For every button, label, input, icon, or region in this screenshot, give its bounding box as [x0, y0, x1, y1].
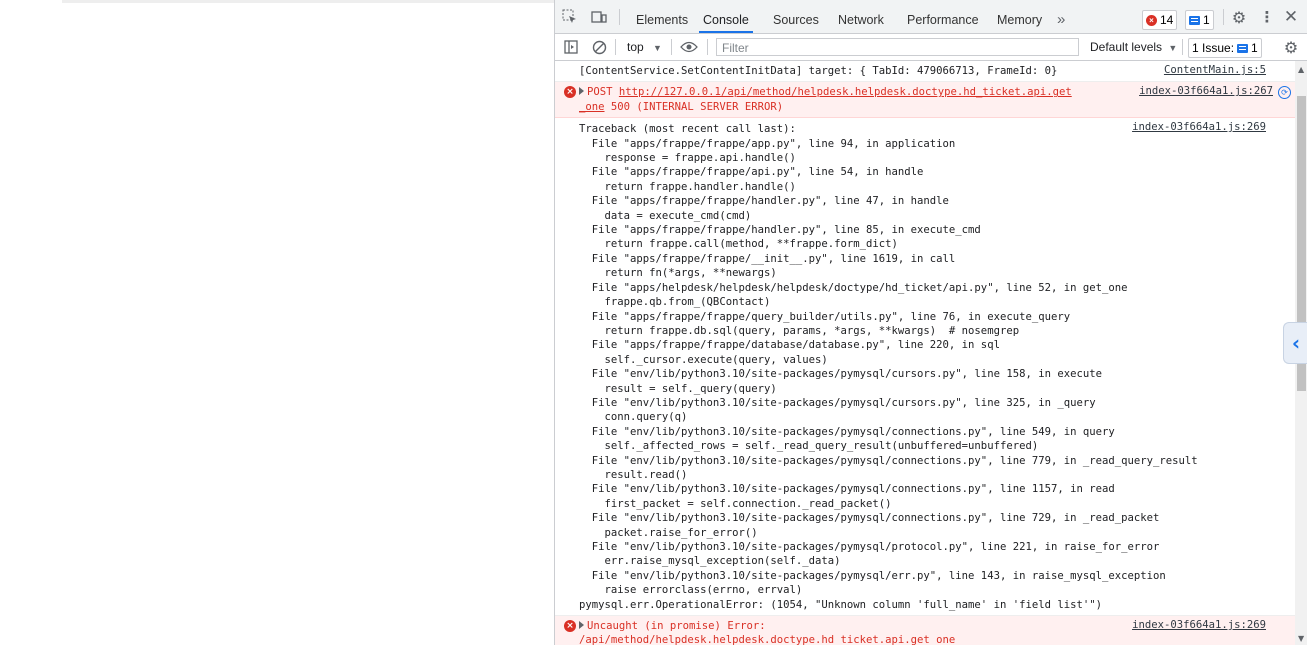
error-text-cont: /api/method/helpdesk.helpdesk.doctype.hd…	[579, 634, 956, 645]
traceback-line: File "env/lib/python3.10/site-packages/p…	[579, 368, 1102, 381]
traceback-line: File "apps/frappe/frappe/handler.py", li…	[579, 224, 981, 237]
issues-button[interactable]: 1 Issue: 1	[1188, 38, 1262, 58]
settings-gear-icon[interactable]: ⚙	[1230, 8, 1248, 27]
traceback-line: File "env/lib/python3.10/site-packages/p…	[579, 454, 1198, 467]
tab-console[interactable]: Console	[699, 0, 753, 33]
console-message: index-03f664a1.js:269 Traceback (most re…	[555, 118, 1295, 617]
traceback-line: return fn(*args, **newargs)	[579, 267, 777, 280]
source-link[interactable]: index-03f664a1.js:267	[1139, 85, 1273, 97]
traceback-line: File "env/lib/python3.10/site-packages/p…	[579, 541, 1160, 553]
response-status: 500 (INTERNAL SERVER ERROR)	[604, 100, 784, 113]
traceback-line: File "apps/helpdesk/helpdesk/helpdesk/do…	[579, 281, 1128, 294]
console-toolbar: top ▼ Filter Default levels ▼ 1 Issue: 1…	[555, 34, 1307, 61]
traceback-line: File "env/lib/python3.10/site-packages/p…	[579, 483, 1115, 496]
issues-count: 1	[1251, 40, 1258, 55]
request-method: POST	[587, 86, 619, 99]
webpage-area	[0, 0, 554, 645]
error-count-badge[interactable]: × 14	[1142, 10, 1178, 30]
context-selector[interactable]: top ▼	[627, 40, 662, 54]
traceback-line: data = execute_cmd(cmd)	[579, 209, 752, 222]
traceback-line: frappe.qb.from_(QBContact)	[579, 296, 771, 309]
dropdown-arrow-icon: ▼	[1168, 43, 1178, 53]
traceback-line: File "apps/frappe/frappe/database/databa…	[579, 339, 1000, 352]
traceback-line: return frappe.db.sql(query, params, *arg…	[579, 324, 1020, 337]
more-tabs-chevron-icon[interactable]: »	[1057, 0, 1065, 33]
tab-performance[interactable]: Performance	[907, 0, 979, 33]
error-icon: ×	[564, 86, 576, 99]
traceback-line: result.read()	[579, 468, 688, 481]
tab-memory[interactable]: Memory	[997, 0, 1042, 33]
source-link[interactable]: index-03f664a1.js:269	[1132, 619, 1266, 631]
expand-triangle-icon[interactable]	[579, 87, 584, 96]
tab-elements[interactable]: Elements	[636, 0, 688, 33]
dropdown-arrow-icon: ▼	[653, 43, 662, 53]
traceback-line: err.raise_mysql_exception(self._data)	[579, 555, 841, 568]
log-levels-dropdown[interactable]: Default levels ▼	[1090, 40, 1177, 54]
traceback-line: packet.raise_for_error()	[579, 526, 758, 539]
traceback-line: result = self._query(query)	[579, 382, 777, 395]
message-count: 1	[1203, 12, 1210, 27]
traceback-line: File "env/lib/python3.10/site-packages/p…	[579, 569, 1166, 582]
tab-sources[interactable]: Sources	[773, 0, 819, 33]
traceback-line: File "env/lib/python3.10/site-packages/p…	[579, 512, 1160, 525]
traceback-line: File "apps/frappe/frappe/app.py", line 9…	[579, 137, 956, 150]
issue-icon	[1237, 43, 1249, 53]
toolbar-divider	[619, 9, 620, 25]
scroll-down-arrow-icon[interactable]: ▼	[1298, 634, 1304, 643]
close-icon[interactable]: ✕	[1282, 7, 1300, 27]
console-messages: [ContentService.SetContentInitData] targ…	[555, 61, 1295, 645]
error-icon: ×	[1146, 14, 1157, 26]
message-count-badge[interactable]: 1	[1185, 10, 1214, 30]
expand-triangle-icon[interactable]	[579, 621, 584, 630]
console-error-message: × Uncaught (in promise) Error: /api/meth…	[555, 616, 1295, 645]
traceback-line: File "env/lib/python3.10/site-packages/p…	[579, 425, 1115, 438]
log-levels-label: Default levels	[1090, 40, 1163, 54]
toolbar-divider	[615, 39, 616, 55]
side-panel-chevron-left-icon[interactable]: ‹	[1283, 322, 1307, 364]
traceback-line: pymysql.err.OperationalError: (1054, "Un…	[579, 598, 1102, 611]
traceback-line: return frappe.call(method, **frappe.form…	[579, 238, 898, 251]
traceback-line: conn.query(q)	[579, 411, 688, 424]
live-expression-eye-icon[interactable]	[680, 38, 698, 56]
toolbar-divider	[1182, 39, 1183, 55]
request-url-link-cont[interactable]: _one	[579, 101, 605, 113]
console-settings-gear-icon[interactable]: ⚙	[1282, 38, 1300, 57]
device-toolbar-icon[interactable]	[590, 8, 608, 26]
traceback-line: File "apps/frappe/frappe/query_builder/u…	[579, 310, 1071, 323]
toolbar-divider	[1223, 9, 1224, 25]
traceback-line: self._affected_rows = self._read_query_r…	[579, 440, 1039, 453]
sidebar-toggle-icon[interactable]	[562, 38, 580, 56]
scroll-up-arrow-icon[interactable]: ▲	[1298, 65, 1304, 74]
source-link[interactable]: ContentMain.js:5	[1164, 64, 1266, 76]
traceback-line: return frappe.handler.handle()	[579, 180, 796, 193]
context-label: top	[627, 40, 644, 54]
devtools-panel: Elements Console Sources Network Perform…	[554, 0, 1307, 645]
toolbar-divider	[707, 39, 708, 55]
traceback-line: raise errorclass(errno, errval)	[579, 584, 803, 597]
error-count: 14	[1160, 12, 1174, 27]
traceback-line: self._cursor.execute(query, values)	[579, 353, 828, 366]
traceback-line: File "apps/frappe/frappe/__init__.py", l…	[579, 252, 956, 265]
more-options-icon[interactable]: ⋮	[1258, 8, 1276, 26]
toolbar-divider	[671, 39, 672, 55]
inspect-element-icon[interactable]	[561, 8, 579, 26]
traceback-line: first_packet = self.connection._read_pac…	[579, 497, 892, 510]
traceback-line: File "env/lib/python3.10/site-packages/p…	[579, 396, 1096, 409]
traceback-line: response = frappe.api.handle()	[579, 152, 796, 165]
tab-network[interactable]: Network	[838, 0, 884, 33]
traceback-line: File "apps/frappe/frappe/api.py", line 5…	[579, 166, 924, 179]
devtools-tabbar: Elements Console Sources Network Perform…	[555, 0, 1307, 34]
error-text: Uncaught (in promise) Error:	[587, 620, 766, 633]
filter-input[interactable]: Filter	[716, 38, 1079, 56]
error-icon: ×	[564, 620, 576, 633]
page-top-strip	[62, 0, 554, 3]
traceback-line: File "apps/frappe/frappe/handler.py", li…	[579, 195, 949, 208]
console-message: [ContentService.SetContentInitData] targ…	[555, 61, 1295, 83]
issues-label: 1 Issue:	[1192, 40, 1235, 55]
source-link[interactable]: index-03f664a1.js:269	[1132, 121, 1266, 133]
request-url-link[interactable]: http://127.0.0.1/api/method/helpdesk.hel…	[619, 86, 1072, 98]
message-icon	[1189, 15, 1200, 25]
clear-console-icon[interactable]	[590, 38, 608, 56]
console-error-message: × POST http://127.0.0.1/api/method/helpd…	[555, 82, 1295, 119]
